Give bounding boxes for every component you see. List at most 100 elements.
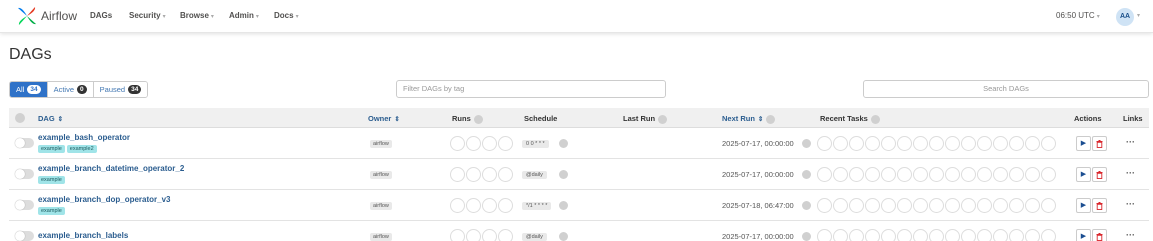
info-icon[interactable]	[802, 170, 811, 179]
run-state-circle[interactable]	[482, 229, 497, 241]
run-state-circle[interactable]	[466, 136, 481, 151]
task-state-circle[interactable]	[1025, 167, 1040, 182]
task-state-circle[interactable]	[913, 229, 928, 241]
run-state-circle[interactable]	[498, 136, 513, 151]
task-state-circle[interactable]	[929, 167, 944, 182]
task-state-circle[interactable]	[849, 136, 864, 151]
dag-tag[interactable]: example2	[66, 145, 97, 153]
dag-name-link[interactable]: example_branch_datetime_operator_2	[38, 164, 184, 173]
run-state-circle[interactable]	[450, 167, 465, 182]
task-state-circle[interactable]	[817, 167, 832, 182]
task-state-circle[interactable]	[961, 198, 976, 213]
task-state-circle[interactable]	[945, 198, 960, 213]
nav-security[interactable]: Security ▾	[129, 11, 166, 20]
info-icon[interactable]	[658, 114, 668, 124]
dag-name-link[interactable]: example_bash_operator	[38, 133, 130, 142]
task-state-circle[interactable]	[993, 198, 1008, 213]
task-state-circle[interactable]	[1009, 136, 1024, 151]
delete-dag-button[interactable]	[1092, 229, 1107, 241]
nav-admin[interactable]: Admin ▾	[229, 11, 259, 20]
task-state-circle[interactable]	[1009, 198, 1024, 213]
filter-all-button[interactable]: All 34	[10, 82, 48, 97]
timezone-clock[interactable]: 06:50 UTC ▾	[1056, 11, 1100, 20]
owner-badge[interactable]: airflow	[370, 140, 392, 148]
task-state-circle[interactable]	[881, 198, 896, 213]
info-icon[interactable]	[559, 139, 568, 148]
task-state-circle[interactable]	[993, 229, 1008, 241]
dag-tag[interactable]: example	[38, 207, 65, 215]
run-state-circle[interactable]	[466, 167, 481, 182]
info-icon[interactable]	[870, 114, 880, 124]
info-icon[interactable]	[802, 201, 811, 210]
schedule-badge[interactable]: 0 0 * * *	[522, 140, 549, 148]
task-state-circle[interactable]	[833, 229, 848, 241]
chevron-down-icon[interactable]: ▾	[1137, 12, 1140, 19]
task-state-circle[interactable]	[945, 229, 960, 241]
task-state-circle[interactable]	[881, 136, 896, 151]
task-state-circle[interactable]	[1041, 136, 1056, 151]
task-state-circle[interactable]	[849, 167, 864, 182]
dag-tag[interactable]: example	[38, 145, 65, 153]
dag-tag[interactable]: example	[38, 176, 65, 184]
task-state-circle[interactable]	[849, 229, 864, 241]
run-state-circle[interactable]	[498, 198, 513, 213]
schedule-badge[interactable]: @daily	[522, 171, 547, 179]
task-state-circle[interactable]	[897, 229, 912, 241]
task-state-circle[interactable]	[961, 229, 976, 241]
run-state-circle[interactable]	[482, 167, 497, 182]
task-state-circle[interactable]	[817, 229, 832, 241]
task-state-circle[interactable]	[993, 136, 1008, 151]
task-state-circle[interactable]	[1041, 198, 1056, 213]
nav-docs[interactable]: Docs ▾	[274, 11, 299, 20]
delete-dag-button[interactable]	[1092, 167, 1107, 182]
task-state-circle[interactable]	[897, 167, 912, 182]
delete-dag-button[interactable]	[1092, 198, 1107, 213]
schedule-badge[interactable]: @daily	[522, 233, 547, 241]
task-state-circle[interactable]	[865, 229, 880, 241]
task-state-circle[interactable]	[897, 136, 912, 151]
task-state-circle[interactable]	[817, 136, 832, 151]
task-state-circle[interactable]	[977, 136, 992, 151]
task-state-circle[interactable]	[881, 167, 896, 182]
owner-badge[interactable]: airflow	[370, 233, 392, 241]
run-state-circle[interactable]	[466, 198, 481, 213]
trigger-dag-button[interactable]: ▶	[1076, 136, 1091, 151]
task-state-circle[interactable]	[865, 136, 880, 151]
run-state-circle[interactable]	[450, 136, 465, 151]
task-state-circle[interactable]	[897, 198, 912, 213]
task-state-circle[interactable]	[1041, 167, 1056, 182]
airflow-logo-icon[interactable]	[16, 5, 38, 27]
ellipsis-icon[interactable]: ···	[1126, 168, 1135, 178]
run-state-circle[interactable]	[498, 167, 513, 182]
schedule-badge[interactable]: */1 * * * *	[522, 202, 552, 210]
task-state-circle[interactable]	[1009, 229, 1024, 241]
task-state-circle[interactable]	[929, 136, 944, 151]
task-state-circle[interactable]	[913, 136, 928, 151]
task-state-circle[interactable]	[1025, 136, 1040, 151]
info-icon[interactable]	[559, 232, 568, 241]
task-state-circle[interactable]	[865, 167, 880, 182]
info-icon[interactable]	[802, 232, 811, 241]
info-icon[interactable]	[559, 170, 568, 179]
run-state-circle[interactable]	[482, 198, 497, 213]
task-state-circle[interactable]	[945, 167, 960, 182]
search-dags-input[interactable]: Search DAGs	[863, 80, 1149, 98]
task-state-circle[interactable]	[913, 198, 928, 213]
task-state-circle[interactable]	[1009, 167, 1024, 182]
owner-badge[interactable]: airflow	[370, 202, 392, 210]
user-avatar[interactable]: AA	[1116, 8, 1134, 26]
task-state-circle[interactable]	[1025, 198, 1040, 213]
run-state-circle[interactable]	[482, 136, 497, 151]
pause-toggle[interactable]	[15, 200, 34, 210]
ellipsis-icon[interactable]: ···	[1126, 230, 1135, 240]
task-state-circle[interactable]	[833, 167, 848, 182]
task-state-circle[interactable]	[833, 198, 848, 213]
filter-active-button[interactable]: Active 0	[47, 82, 94, 97]
ellipsis-icon[interactable]: ···	[1126, 137, 1135, 147]
dag-name-link[interactable]: example_branch_dop_operator_v3	[38, 195, 171, 204]
nav-dags[interactable]: DAGs	[90, 11, 112, 20]
nav-browse[interactable]: Browse ▾	[180, 11, 214, 20]
dag-name-link[interactable]: example_branch_labels	[38, 231, 128, 240]
task-state-circle[interactable]	[993, 167, 1008, 182]
owner-badge[interactable]: airflow	[370, 171, 392, 179]
